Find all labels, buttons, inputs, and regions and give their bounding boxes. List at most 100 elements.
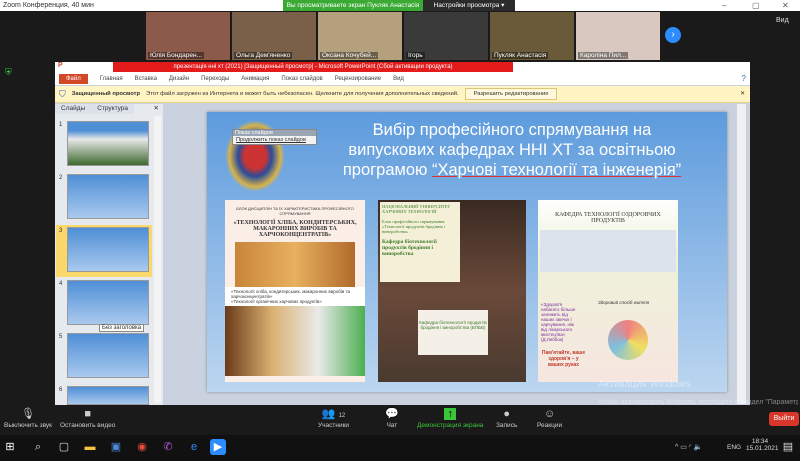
card-heading: БЛОК ДИСЦИПЛІН ТА ЇХ ХАРАКТЕРИСТИКА ПРОФ… [236,206,354,216]
tab-file[interactable]: Файл [59,73,88,84]
title-line: програмою [342,161,432,179]
title-line: Вибір професійного спрямування на [372,121,652,139]
leave-button[interactable]: Выйти [769,412,799,426]
participant-count: 12 [338,413,346,419]
chat-label: Чат [386,422,398,429]
help-icon[interactable]: ? [742,74,746,83]
clock[interactable]: 18:34 15.01.2021 [746,438,779,452]
participant-tile[interactable]: Кароліна Пил... [576,12,660,60]
windows-start-icon[interactable]: ⊞ [2,439,18,455]
tab-slides[interactable]: Слайды [55,104,92,114]
participant-name: Ольга Дем'яненко [234,52,293,59]
participant-strip: Юлія Бондарен... Ольга Дем'яненко Оксана… [0,11,800,61]
panel-scrollbar[interactable] [154,116,161,403]
view-options-button[interactable]: Настройки просмотра ▾ [423,0,515,11]
record-button[interactable]: ● Запись [496,407,517,429]
share-label: Демонстрация экрана [417,422,484,429]
time: 18:34 [751,438,769,445]
participant-tile[interactable]: Юлія Бондарен... [146,12,230,60]
share-screen-icon: ↑ [417,407,483,422]
word-app-icon[interactable]: ▣ [108,439,124,455]
participant-name: Юлія Бондарен... [148,52,204,59]
slide-thumbnail-5[interactable] [67,333,149,378]
participant-tile[interactable]: Ігорь [404,12,488,60]
notifications-icon[interactable]: ▤ [780,439,796,455]
mute-button[interactable]: 🎙 Выключить звук [4,407,52,429]
slides-panel: Слайды Структура ✕ 1 2 3 4 5 6 [55,104,163,405]
info-blocks [540,230,676,272]
protected-message[interactable]: Этот файл загружен из Интернета и может … [146,91,459,97]
card-title: КАФЕДРА ТЕХНОЛОГІЇ ОЗДОРОВЧИХ ПРОДУКТІВ [555,212,661,224]
tab-insert[interactable]: Вставка [135,76,157,82]
resume-slideshow-item[interactable]: Продолжить показ слайдов [233,136,316,144]
tab-review[interactable]: Рецензирование [335,76,381,82]
slide-number: 3 [59,228,63,234]
gallery-view-button[interactable]: Вид [776,17,789,24]
slide-scrollbar[interactable] [737,104,746,404]
card-title: «ТЕХНОЛОГІЇ ХЛІБА, КОНДИТЕРСЬКИХ, МАКАРО… [233,220,357,238]
pastry-photo [235,242,355,287]
chat-button[interactable]: 💬 Чат [385,407,399,429]
card-bullet: «Технології органічних харчових продукті… [231,299,322,304]
slide-thumbnail-1[interactable] [67,121,149,166]
tray-icons[interactable]: ^ ▭ ◜ 🔈 [675,443,702,451]
slide-thumbnail-4[interactable] [67,280,149,325]
reactions-button[interactable]: ☺ Реакции [537,407,562,429]
tab-home[interactable]: Главная [100,76,123,82]
task-view-icon[interactable]: ▢ [56,439,72,455]
minimize-button[interactable]: – [722,1,726,10]
chrome-icon[interactable]: ◉ [134,439,150,455]
university-name: НАЦІОНАЛЬНИЙ УНІВЕРСИТЕТ ХАРЧОВИХ ТЕХНОЛ… [382,204,451,214]
enable-editing-button[interactable]: Разрешить редактирование [464,88,558,100]
slide-thumbnail-2[interactable] [67,174,149,219]
slide-thumbnail-3[interactable] [67,227,149,272]
participants-button[interactable]: 👥 12 Участники [318,407,349,429]
tab-view[interactable]: Вид [393,76,404,82]
tab-animations[interactable]: Анимация [241,76,269,82]
motto: Пам'ятайте, ваше здоров'я – у ваших рука… [541,350,586,368]
tab-slideshow[interactable]: Показ слайдов [281,76,322,82]
close-bar-icon[interactable]: ✕ [740,91,745,97]
tab-outline[interactable]: Структура [91,104,135,114]
ppt-title-bar: Pпрезентація нні хт (2021) [Защищенный п… [55,62,750,72]
edge-icon[interactable]: e [186,439,202,455]
share-screen-button[interactable]: ↑ Демонстрация экрана [417,407,483,429]
participant-tile[interactable]: Пукляк Анастасія [490,12,574,60]
video-camera-icon: ■ [84,408,92,420]
emoji-icon: ☺ [543,408,556,420]
participant-name: Оксана Кочубей... [320,52,379,59]
participant-tile[interactable]: Оксана Кочубей... [318,12,402,60]
slide-tooltip: Без заголовка [99,324,145,332]
powerpoint-window: Pпрезентація нні хт (2021) [Защищенный п… [55,62,750,405]
block-name: Блок професійного спрямування «Технологі… [382,219,445,234]
reactions-label: Реакции [537,422,563,429]
zoom-app-icon[interactable]: ▶ [210,439,226,455]
tab-transitions[interactable]: Переходы [201,76,229,82]
next-page-arrow-icon[interactable]: › [665,27,681,43]
screen-share-banner: Вы просматриваете экран Пукляк Анастасія [283,0,423,11]
tab-design[interactable]: Дизайн [169,76,189,82]
close-button[interactable]: ✕ [782,1,789,10]
healthy-lifestyle-diagram [608,320,648,360]
slideshow-popup: Показ слайдов Продолжить показ слайдов [232,129,317,145]
slide-number: 1 [59,122,63,128]
maximize-button[interactable]: ▢ [752,1,760,10]
mute-label: Выключить звук [4,422,53,429]
participant-tile[interactable]: Ольга Дем'яненко [232,12,316,60]
close-panel-icon[interactable]: ✕ [154,104,163,114]
food-photos [225,306,365,376]
search-icon[interactable]: ⌕ [30,439,46,455]
slide-number: 2 [59,175,63,181]
microphone-icon: 🎙 [21,408,35,420]
activation-watermark: Активация Windows [598,379,691,390]
stop-video-button[interactable]: ■ Остановить видео [60,407,115,429]
slide-number: 5 [59,334,63,340]
dept-name: Кафедра біотехнології продуктів бродіння… [382,239,437,257]
slide-thumbnail-6[interactable] [67,386,149,405]
date: 15.01.2021 [746,445,779,452]
card-fermentation: НАЦІОНАЛЬНИЙ УНІВЕРСИТЕТ ХАРЧОВИХ ТЕХНОЛ… [378,200,526,382]
dept-name-2: Кафедра біотехнології продуктів бродіння… [418,310,488,355]
viber-icon[interactable]: ✆ [160,439,176,455]
file-explorer-icon[interactable]: ▬ [82,439,98,455]
language-indicator[interactable]: ENG [727,444,741,451]
